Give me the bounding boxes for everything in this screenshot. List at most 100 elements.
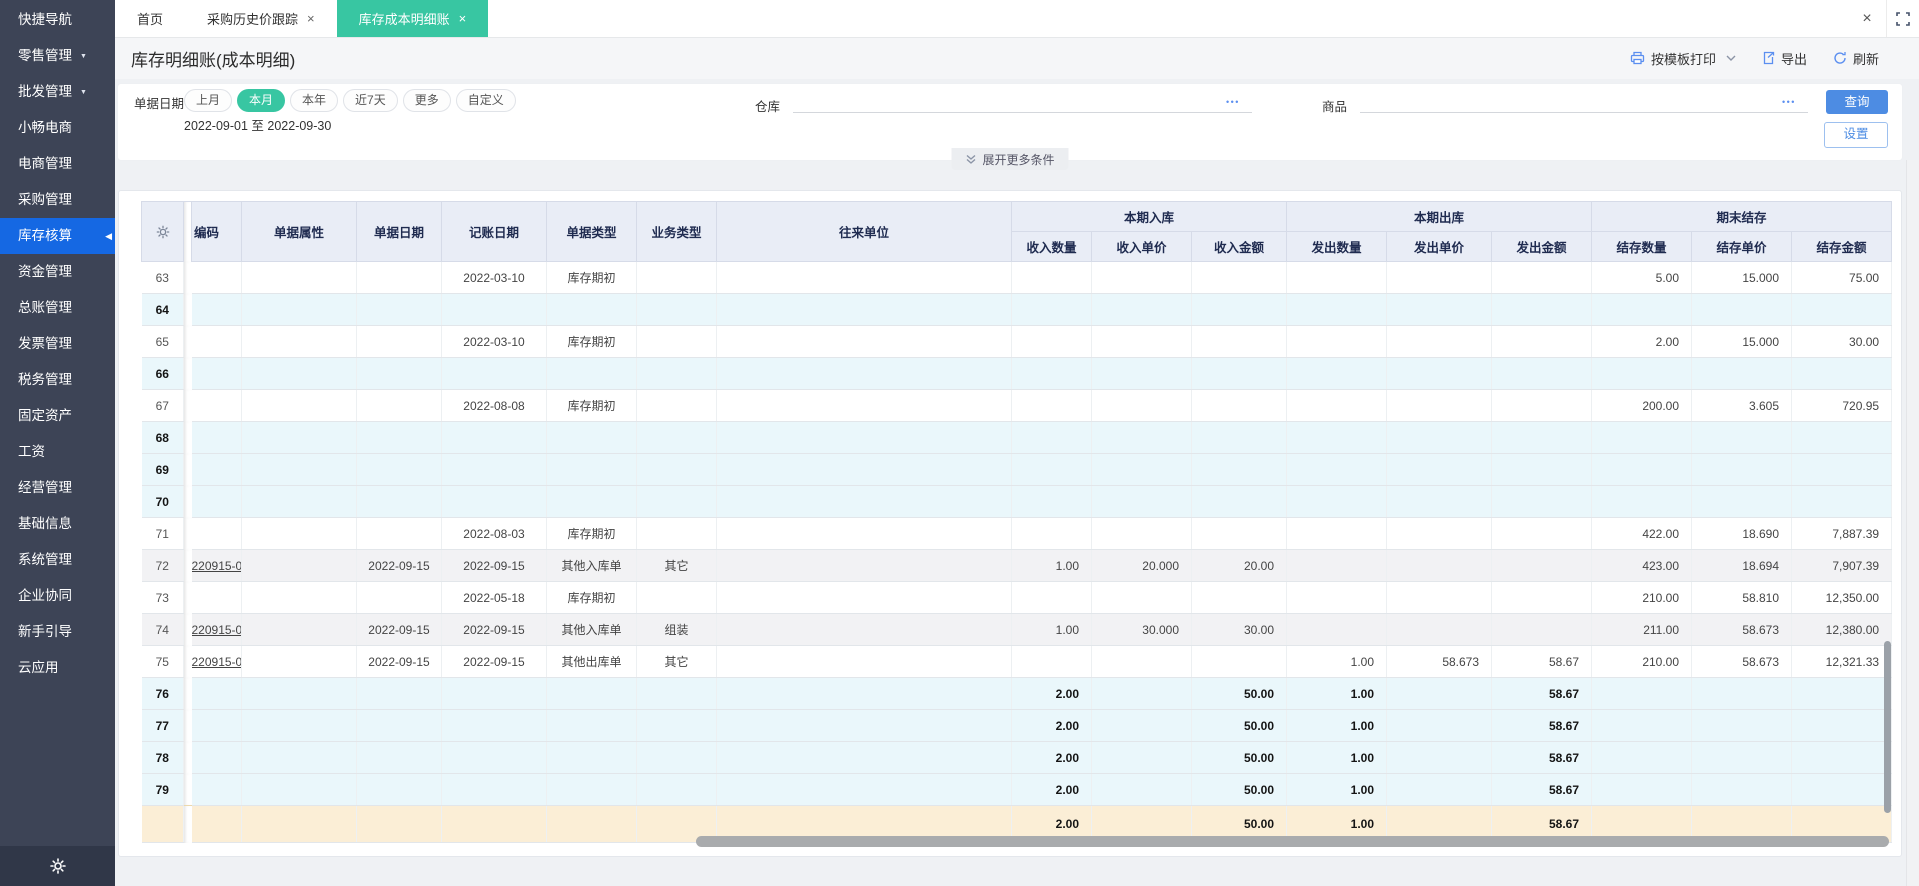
balance-qty-cell: 210.00 (1591, 581, 1693, 614)
balance-price-cell: 18.690 (1691, 517, 1793, 550)
table-row[interactable]: 67 2022-08-08 库存期初 200.00 3.605 720.95 (141, 389, 1893, 422)
product-picker-icon[interactable]: ••• (1782, 97, 1796, 107)
table-row[interactable]: 77 2.00 50.00 1.00 58.67 (141, 709, 1893, 742)
date-option-本月[interactable]: 本月 (237, 89, 286, 112)
sidebar-item-采购管理[interactable]: 采购管理 (0, 182, 115, 218)
table-row[interactable]: 76 2.00 50.00 1.00 58.67 (141, 677, 1893, 710)
column-header-收入单价[interactable]: 收入单价 (1091, 231, 1192, 262)
table-row[interactable]: 72 220915-0 2022-09-15 2022-09-15 其他入库单 其它 1.0… (141, 549, 1893, 582)
table-row[interactable]: 74 220915-0 2022-09-15 2022-09-15 其他入库单 组装 1.0… (141, 613, 1893, 646)
sidebar-item-发票管理[interactable]: 发票管理 (0, 326, 115, 362)
date-option-近7天[interactable]: 近7天 (343, 89, 398, 112)
column-header-发出金额[interactable]: 发出金额 (1491, 231, 1593, 262)
sidebar-settings-button[interactable] (0, 846, 115, 886)
out-amount-cell: 58.67 (1491, 773, 1593, 806)
balance-qty-cell (1591, 677, 1693, 710)
table-row[interactable]: 78 2.00 50.00 1.00 58.67 (141, 741, 1893, 774)
column-settings-button[interactable] (141, 201, 184, 262)
column-header-partner[interactable]: 往来单位 (716, 201, 1012, 262)
sidebar-item-小畅电商[interactable]: 小畅电商 (0, 110, 115, 146)
doc-type-cell (546, 773, 637, 806)
expand-more-conditions-button[interactable]: 展开更多条件 (951, 148, 1069, 170)
table-row[interactable]: 64 (141, 293, 1893, 326)
table-row[interactable]: 73 2022-05-18 库存期初 210.00 58.810 12,350.00 (141, 581, 1893, 614)
warehouse-input[interactable] (793, 88, 1252, 113)
print-by-template-button[interactable]: 按模板打印 (1630, 49, 1736, 68)
sidebar-item-新手引导[interactable]: 新手引导 (0, 614, 115, 650)
table-row[interactable]: 66 (141, 357, 1893, 390)
doc-type-cell (546, 421, 637, 454)
tab-home[interactable]: 首页 (115, 0, 185, 37)
page-scrollbar-track[interactable] (1906, 160, 1919, 886)
column-header-posting-date[interactable]: 记账日期 (441, 201, 547, 262)
frozen-column-divider (183, 485, 192, 518)
date-option-自定义[interactable]: 自定义 (455, 89, 516, 112)
date-option-更多[interactable]: 更多 (402, 89, 451, 112)
sidebar-item-批发管理[interactable]: 批发管理 ▼ (0, 74, 115, 110)
column-header-doc-type[interactable]: 单据类型 (546, 201, 637, 262)
sidebar-item-固定资产[interactable]: 固定资产 (0, 398, 115, 434)
sidebar-item-系统管理[interactable]: 系统管理 (0, 542, 115, 578)
chevron-down-icon[interactable] (1726, 55, 1736, 61)
table-row[interactable]: 71 2022-08-03 库存期初 422.00 18.690 7,887.39 (141, 517, 1893, 550)
row-number: 70 (141, 485, 184, 518)
column-header-doc-date[interactable]: 单据日期 (356, 201, 442, 262)
refresh-button[interactable]: 刷新 (1833, 49, 1879, 68)
sidebar-item-企业协同[interactable]: 企业协同 (0, 578, 115, 614)
sidebar-item-零售管理[interactable]: 零售管理 ▼ (0, 38, 115, 74)
search-button[interactable]: 查询 (1826, 90, 1888, 114)
table-row[interactable]: 65 2022-03-10 库存期初 2.00 15.000 30.00 (141, 325, 1893, 358)
column-header-code[interactable]: 编码 (191, 201, 242, 262)
column-header-结存金额[interactable]: 结存金额 (1791, 231, 1893, 262)
sidebar-item-快捷导航[interactable]: 快捷导航 (0, 2, 115, 38)
row-number: 66 (141, 357, 184, 390)
horizontal-scrollbar-thumb[interactable] (696, 836, 1889, 847)
export-button[interactable]: 导出 (1762, 49, 1807, 68)
column-header-biz-type[interactable]: 业务类型 (636, 201, 717, 262)
tab-inventory-cost-detail[interactable]: 库存成本明细账 × (336, 0, 489, 37)
table-row[interactable]: 68 (141, 421, 1893, 454)
table-row[interactable]: 63 2022-03-10 库存期初 5.00 15.000 75.00 (141, 261, 1893, 294)
product-input[interactable] (1360, 88, 1808, 113)
doc-code-link[interactable]: 220915-0 (192, 559, 241, 573)
close-window-icon[interactable]: × (1848, 10, 1886, 28)
settings-button[interactable]: 设置 (1824, 122, 1888, 148)
column-header-发出数量[interactable]: 发出数量 (1286, 231, 1388, 262)
warehouse-picker-icon[interactable]: ••• (1226, 97, 1240, 107)
sidebar-item-资金管理[interactable]: 资金管理 (0, 254, 115, 290)
posting-date-cell (441, 421, 547, 454)
sidebar-item-经营管理[interactable]: 经营管理 (0, 470, 115, 506)
column-header-收入金额[interactable]: 收入金额 (1190, 231, 1288, 262)
table-row[interactable]: 79 2.00 50.00 1.00 58.67 (141, 773, 1893, 806)
balance-price-cell (1691, 485, 1793, 518)
date-option-上月[interactable]: 上月 (184, 89, 233, 112)
doc-code-link[interactable]: 220915-0 (192, 623, 241, 637)
doc-code-cell (191, 581, 242, 614)
close-icon[interactable]: × (459, 11, 467, 26)
column-header-结存单价[interactable]: 结存单价 (1691, 231, 1793, 262)
sidebar-item-工资[interactable]: 工资 (0, 434, 115, 470)
sidebar-item-总账管理[interactable]: 总账管理 (0, 290, 115, 326)
tab-purchase-history-price[interactable]: 采购历史价跟踪 × (185, 0, 337, 37)
table-row[interactable]: 69 (141, 453, 1893, 486)
sidebar-item-税务管理[interactable]: 税务管理 (0, 362, 115, 398)
sidebar-item-电商管理[interactable]: 电商管理 (0, 146, 115, 182)
table-row[interactable]: 70 (141, 485, 1893, 518)
in-price-cell (1091, 293, 1192, 326)
column-header-结存数量[interactable]: 结存数量 (1591, 231, 1693, 262)
fullscreen-icon[interactable] (1887, 11, 1919, 26)
out-qty-cell (1286, 357, 1388, 390)
table-row[interactable]: 75 220915-0 2022-09-15 2022-09-15 其他出库单 其它 1.0… (141, 645, 1893, 678)
sidebar-item-库存核算[interactable]: 库存核算 (0, 218, 115, 254)
sidebar-item-基础信息[interactable]: 基础信息 (0, 506, 115, 542)
column-header-doc-attr[interactable]: 单据属性 (241, 201, 357, 262)
row-number: 78 (141, 741, 184, 774)
column-header-发出单价[interactable]: 发出单价 (1386, 231, 1493, 262)
sidebar-item-云应用[interactable]: 云应用 (0, 650, 115, 686)
vertical-scrollbar-thumb[interactable] (1884, 641, 1891, 813)
column-header-收入数量[interactable]: 收入数量 (1011, 231, 1092, 262)
doc-code-link[interactable]: 220915-0 (192, 655, 241, 669)
date-option-本年[interactable]: 本年 (290, 89, 339, 112)
date-range-value[interactable]: 2022-09-01 至 2022-09-30 (184, 115, 331, 134)
close-icon[interactable]: × (307, 11, 315, 26)
